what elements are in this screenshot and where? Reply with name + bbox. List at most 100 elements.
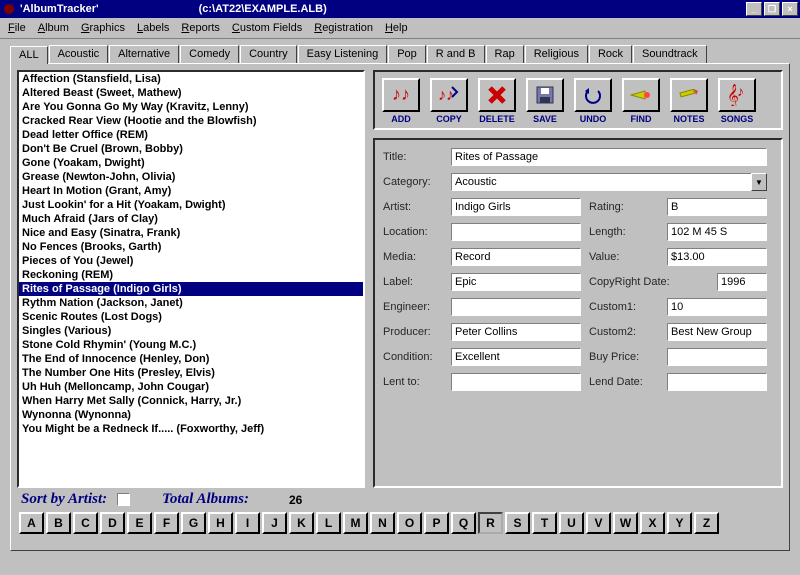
list-item[interactable]: Singles (Various)	[19, 324, 363, 338]
list-item[interactable]: Uh Huh (Melloncamp, John Cougar)	[19, 380, 363, 394]
alpha-q-button[interactable]: Q	[451, 512, 476, 534]
lentto-field[interactable]	[451, 373, 581, 391]
menu-labels[interactable]: Labels	[133, 20, 177, 36]
alpha-n-button[interactable]: N	[370, 512, 395, 534]
length-field[interactable]	[667, 223, 767, 241]
undo-button[interactable]: UNDO	[571, 76, 615, 124]
list-item[interactable]: Dead letter Office (REM)	[19, 128, 363, 142]
lenddate-field[interactable]	[667, 373, 767, 391]
rating-field[interactable]	[667, 198, 767, 216]
custom2-field[interactable]	[667, 323, 767, 341]
list-item[interactable]: Rites of Passage (Indigo Girls)	[19, 282, 363, 296]
media-field[interactable]	[451, 248, 581, 266]
find-button[interactable]: FIND	[619, 76, 663, 124]
songs-button[interactable]: 𝄞♪SONGS	[715, 76, 759, 124]
tab-religious[interactable]: Religious	[525, 45, 588, 63]
alpha-d-button[interactable]: D	[100, 512, 125, 534]
list-item[interactable]: Cracked Rear View (Hootie and the Blowfi…	[19, 114, 363, 128]
list-item[interactable]: Pieces of You (Jewel)	[19, 254, 363, 268]
alpha-r-button[interactable]: R	[478, 512, 503, 534]
alpha-p-button[interactable]: P	[424, 512, 449, 534]
list-item[interactable]: Affection (Stansfield, Lisa)	[19, 72, 363, 86]
tab-pop[interactable]: Pop	[388, 45, 426, 63]
menu-custom-fields[interactable]: Custom Fields	[228, 20, 310, 36]
list-item[interactable]: Just Lookin' for a Hit (Yoakam, Dwight)	[19, 198, 363, 212]
alpha-s-button[interactable]: S	[505, 512, 530, 534]
list-item[interactable]: When Harry Met Sally (Connick, Harry, Jr…	[19, 394, 363, 408]
list-item[interactable]: Altered Beast (Sweet, Mathew)	[19, 86, 363, 100]
minimize-button[interactable]: _	[746, 2, 762, 16]
alpha-o-button[interactable]: O	[397, 512, 422, 534]
list-item[interactable]: The End of Innocence (Henley, Don)	[19, 352, 363, 366]
alpha-w-button[interactable]: W	[613, 512, 638, 534]
list-item[interactable]: Rythm Nation (Jackson, Janet)	[19, 296, 363, 310]
chevron-down-icon[interactable]: ▼	[751, 173, 767, 191]
alpha-h-button[interactable]: H	[208, 512, 233, 534]
menu-graphics[interactable]: Graphics	[77, 20, 133, 36]
album-listbox[interactable]: Affection (Stansfield, Lisa)Altered Beas…	[17, 70, 365, 488]
label-field[interactable]	[451, 273, 581, 291]
tab-all[interactable]: ALL	[10, 46, 48, 64]
menu-registration[interactable]: Registration	[310, 20, 381, 36]
alpha-e-button[interactable]: E	[127, 512, 152, 534]
list-item[interactable]: Grease (Newton-John, Olivia)	[19, 170, 363, 184]
list-item[interactable]: Nice and Easy (Sinatra, Frank)	[19, 226, 363, 240]
notes-button[interactable]: NOTES	[667, 76, 711, 124]
alpha-l-button[interactable]: L	[316, 512, 341, 534]
location-field[interactable]	[451, 223, 581, 241]
alpha-v-button[interactable]: V	[586, 512, 611, 534]
alpha-a-button[interactable]: A	[19, 512, 44, 534]
alpha-x-button[interactable]: X	[640, 512, 665, 534]
alpha-g-button[interactable]: G	[181, 512, 206, 534]
tab-rock[interactable]: Rock	[589, 45, 632, 63]
list-item[interactable]: Stone Cold Rhymin' (Young M.C.)	[19, 338, 363, 352]
alpha-f-button[interactable]: F	[154, 512, 179, 534]
copy-button[interactable]: ♪♪COPY	[427, 76, 471, 124]
list-item[interactable]: Reckoning (REM)	[19, 268, 363, 282]
tab-r-and-b[interactable]: R and B	[427, 45, 485, 63]
tab-soundtrack[interactable]: Soundtrack	[633, 45, 707, 63]
engineer-field[interactable]	[451, 298, 581, 316]
sort-checkbox[interactable]	[117, 493, 130, 506]
close-button[interactable]: ×	[782, 2, 798, 16]
alpha-m-button[interactable]: M	[343, 512, 368, 534]
tab-alternative[interactable]: Alternative	[109, 45, 179, 63]
list-item[interactable]: Gone (Yoakam, Dwight)	[19, 156, 363, 170]
list-item[interactable]: Are You Gonna Go My Way (Kravitz, Lenny)	[19, 100, 363, 114]
menu-file[interactable]: File	[4, 20, 34, 36]
list-item[interactable]: Don't Be Cruel (Brown, Bobby)	[19, 142, 363, 156]
list-item[interactable]: Heart In Motion (Grant, Amy)	[19, 184, 363, 198]
alpha-u-button[interactable]: U	[559, 512, 584, 534]
alpha-z-button[interactable]: Z	[694, 512, 719, 534]
list-item[interactable]: No Fences (Brooks, Garth)	[19, 240, 363, 254]
tab-rap[interactable]: Rap	[486, 45, 524, 63]
list-item[interactable]: The Number One Hits (Presley, Elvis)	[19, 366, 363, 380]
tab-acoustic[interactable]: Acoustic	[49, 45, 109, 63]
category-select[interactable]	[451, 173, 751, 191]
alpha-c-button[interactable]: C	[73, 512, 98, 534]
maximize-button[interactable]: ❐	[764, 2, 780, 16]
list-item[interactable]: Much Afraid (Jars of Clay)	[19, 212, 363, 226]
alpha-k-button[interactable]: K	[289, 512, 314, 534]
condition-field[interactable]	[451, 348, 581, 366]
artist-field[interactable]	[451, 198, 581, 216]
custom1-field[interactable]	[667, 298, 767, 316]
menu-reports[interactable]: Reports	[177, 20, 228, 36]
alpha-b-button[interactable]: B	[46, 512, 71, 534]
list-item[interactable]: Scenic Routes (Lost Dogs)	[19, 310, 363, 324]
alpha-i-button[interactable]: I	[235, 512, 260, 534]
add-button[interactable]: ♪♪ADD	[379, 76, 423, 124]
tab-comedy[interactable]: Comedy	[180, 45, 239, 63]
save-button[interactable]: SAVE	[523, 76, 567, 124]
tab-easy-listening[interactable]: Easy Listening	[298, 45, 388, 63]
menu-album[interactable]: Album	[34, 20, 77, 36]
alpha-j-button[interactable]: J	[262, 512, 287, 534]
buyprice-field[interactable]	[667, 348, 767, 366]
tab-country[interactable]: Country	[240, 45, 297, 63]
alpha-y-button[interactable]: Y	[667, 512, 692, 534]
alpha-t-button[interactable]: T	[532, 512, 557, 534]
menu-help[interactable]: Help	[381, 20, 416, 36]
list-item[interactable]: Wynonna (Wynonna)	[19, 408, 363, 422]
delete-button[interactable]: DELETE	[475, 76, 519, 124]
list-item[interactable]: You Might be a Redneck If..... (Foxworth…	[19, 422, 363, 436]
